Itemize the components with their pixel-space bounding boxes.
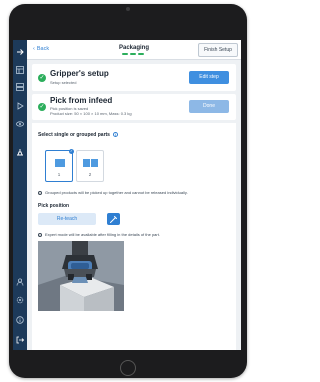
check-icon: ✓: [38, 103, 46, 111]
step-indicator: [122, 53, 128, 55]
finish-setup-button[interactable]: Finish Setup: [198, 43, 238, 57]
grouped-note: i Grouped products will be picked up tog…: [38, 190, 188, 196]
logout-icon[interactable]: [16, 336, 24, 344]
step-indicator: [130, 53, 136, 55]
gripper-card-title: Gripper's setup: [50, 69, 109, 78]
expert-mode-note-text: Expert mode will be available after fill…: [45, 232, 160, 237]
single-part-icon: [55, 159, 65, 167]
done-button[interactable]: Done: [189, 100, 229, 113]
gripper-card-subtitle: Setup selected: [50, 80, 77, 85]
arrow-right-icon[interactable]: [16, 48, 24, 56]
part-option-grouped[interactable]: 2: [76, 150, 104, 182]
settings-icon[interactable]: [16, 296, 24, 304]
play-icon[interactable]: [16, 102, 24, 110]
re-teach-button[interactable]: Re-teach: [38, 213, 96, 225]
expert-mode-button[interactable]: [107, 213, 120, 225]
grouped-note-text: Grouped products will be picked up toget…: [45, 190, 188, 195]
parts-label-text: Select single or grouped parts: [38, 132, 110, 138]
step-progress: [122, 53, 144, 55]
grouped-parts-icon: [83, 159, 98, 167]
pick-card-line2: Product size: 50 × 100 × 10 mm, Mass: 0.…: [50, 111, 132, 116]
top-bar: ‹ Back Packaging Finish Setup: [27, 40, 241, 60]
app-screen: ‹ Back Packaging Finish Setup ✓ Gripper'…: [13, 40, 241, 350]
pick-from-infeed-card: ✓ Pick from infeed Pick position is save…: [32, 94, 236, 120]
part-option-number: 2: [88, 172, 92, 177]
gripper-3d-render: [38, 241, 124, 311]
info-icon: i: [38, 190, 42, 196]
sidebar: [13, 40, 27, 350]
wrench-icon: [110, 216, 117, 223]
part-option-single[interactable]: ✓ 1: [45, 149, 74, 182]
part-option-number: 1: [57, 172, 61, 177]
parts-panel: Select single or grouped parts i ✓ 1 2 i …: [32, 123, 236, 350]
expert-mode-note: i Expert mode will be available after fi…: [38, 232, 160, 238]
robot-camera-view: [38, 241, 124, 311]
info-icon[interactable]: [16, 316, 24, 324]
pick-position-label: Pick position: [38, 203, 70, 209]
selected-check-icon: ✓: [69, 149, 74, 154]
pick-card-title: Pick from infeed: [50, 96, 113, 105]
layers-icon[interactable]: [16, 83, 24, 91]
user-icon[interactable]: [16, 278, 24, 286]
home-button[interactable]: [120, 360, 136, 376]
edit-step-button[interactable]: Edit step: [189, 71, 229, 84]
camera: [126, 7, 130, 11]
info-icon: i: [38, 232, 42, 238]
grid-icon[interactable]: [16, 66, 24, 74]
eye-icon[interactable]: [16, 120, 24, 128]
check-icon: ✓: [38, 73, 46, 82]
gripper-setup-card: ✓ Gripper's setup Setup selected Edit st…: [32, 64, 236, 91]
robot-icon[interactable]: [16, 148, 24, 156]
parts-section-label: Select single or grouped parts i: [38, 132, 118, 138]
info-icon[interactable]: i: [112, 132, 118, 138]
step-indicator: [138, 53, 144, 55]
